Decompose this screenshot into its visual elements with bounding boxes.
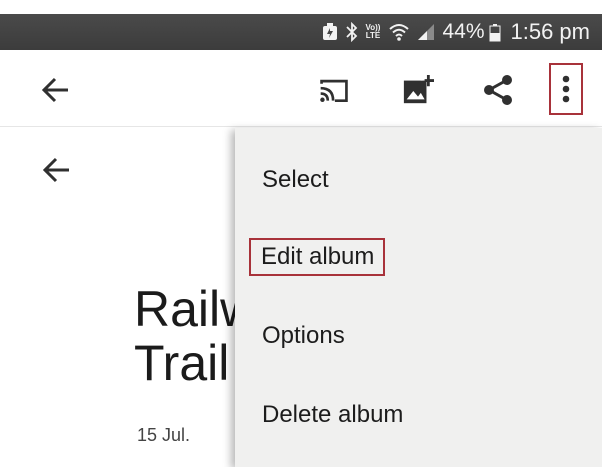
album-title: Railway Trail (134, 282, 244, 390)
status-bar: Vo)) LTE 44% 1:56 pm (0, 14, 602, 50)
content-back-arrow-icon[interactable] (40, 155, 74, 185)
back-arrow-icon[interactable] (40, 74, 72, 106)
volte-icon: Vo)) LTE (366, 24, 381, 40)
menu-item-edit-album[interactable]: Edit album (249, 238, 386, 276)
toolbar (0, 50, 602, 127)
battery-percent: 44% (442, 20, 485, 43)
more-options-button[interactable] (549, 63, 583, 115)
battery-saver-icon (322, 23, 338, 41)
screen: Vo)) LTE 44% 1:56 pm Railw Trail 15 Jul.… (0, 0, 602, 467)
battery-icon (489, 22, 501, 42)
menu-item-delete-album[interactable]: Delete album (262, 401, 403, 429)
lte-label: LTE (365, 31, 381, 40)
bluetooth-icon (345, 22, 358, 42)
more-vert-icon (562, 75, 570, 103)
add-photo-icon[interactable] (402, 74, 434, 106)
cast-icon[interactable] (318, 74, 350, 106)
overflow-menu: Select Edit album Options Delete album (235, 128, 602, 467)
clock: 1:56 pm (510, 19, 591, 44)
wifi-icon (388, 22, 410, 42)
share-icon[interactable] (482, 74, 514, 106)
signal-icon (418, 24, 435, 40)
menu-item-select[interactable]: Select (262, 166, 329, 194)
album-date: 15 Jul. (137, 425, 191, 445)
menu-item-options[interactable]: Options (262, 322, 345, 350)
